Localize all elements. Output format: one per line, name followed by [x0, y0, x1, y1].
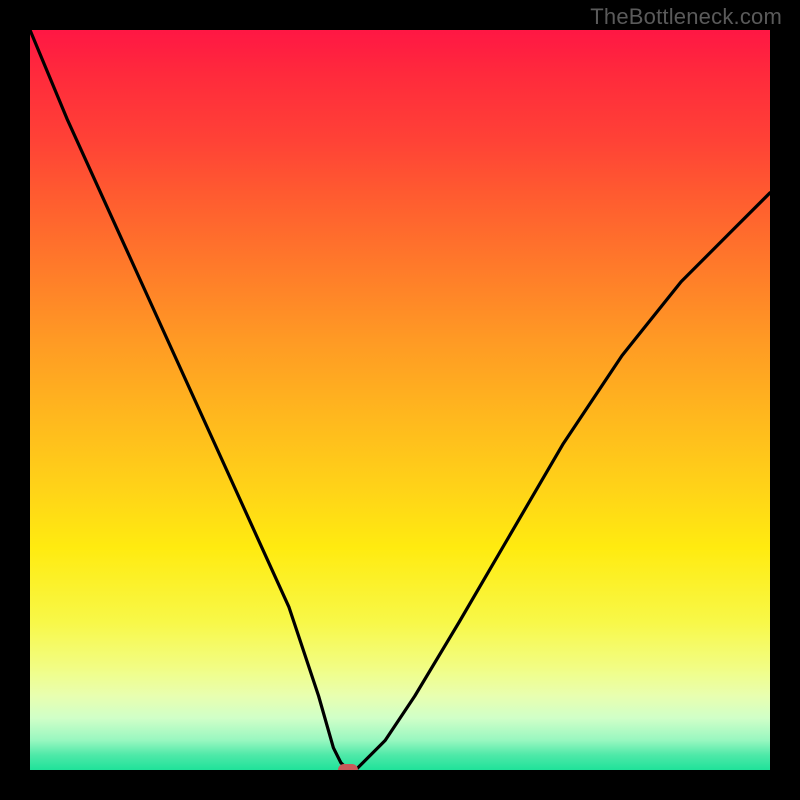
chart-container: TheBottleneck.com [0, 0, 800, 800]
optimum-marker [338, 764, 358, 770]
plot-area [30, 30, 770, 770]
watermark-text: TheBottleneck.com [590, 4, 782, 30]
bottleneck-curve [30, 30, 770, 770]
